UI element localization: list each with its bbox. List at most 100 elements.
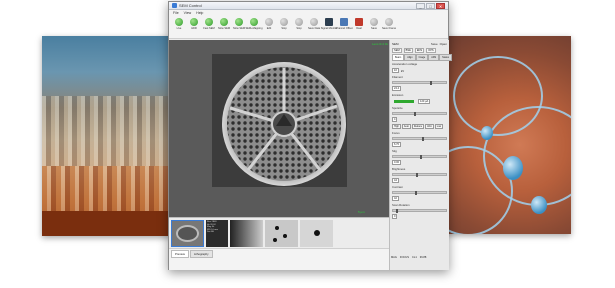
stig-value[interactable]: 0.00: [392, 160, 402, 165]
toolbar-label: Save Frame: [381, 27, 397, 30]
mag-auto-button[interactable]: Auto: [401, 124, 411, 129]
toolbar-label: Stop: [281, 27, 287, 30]
mag-reduce-button[interactable]: Reduce: [411, 124, 425, 129]
mag-low-button[interactable]: Low: [434, 124, 444, 129]
thumbnail-2[interactable]: [230, 220, 263, 247]
mag-lda-button[interactable]: LDA: [425, 124, 434, 129]
toolbar-icon: [220, 18, 228, 26]
toolbar-item[interactable]: Fast SEM: [202, 18, 216, 36]
thumbnail-4[interactable]: [300, 220, 333, 247]
spot-value[interactable]: 4: [392, 117, 398, 122]
toolbar-item[interactable]: Stop: [292, 18, 306, 36]
toolbar-icon: [235, 18, 243, 26]
stig-slider[interactable]: [392, 155, 447, 159]
toolbar-item[interactable]: Stop: [277, 18, 291, 36]
contrast-title: Contrast: [392, 185, 403, 189]
toolbar-item[interactable]: Slow SEM: [217, 18, 231, 36]
status-cl1: CL1: [412, 256, 417, 259]
toolbar: Live HDR Fast SEM Slow SEM Slow SEM SEM+Mappi…: [169, 16, 448, 39]
minimize-button[interactable]: _: [416, 2, 425, 9]
tab-beam[interactable]: Beam: [392, 54, 405, 61]
mag-high-button[interactable]: High: [392, 124, 401, 129]
toolbar-label: Deal: [356, 27, 362, 30]
panel-open-button[interactable]: Open: [440, 42, 447, 46]
toolbar-item[interactable]: Edit: [262, 18, 276, 36]
app-icon: [172, 3, 177, 8]
mode-sem[interactable]: SEM: [392, 48, 402, 53]
thumbnail-3[interactable]: [265, 220, 298, 247]
focus-slider[interactable]: [392, 137, 447, 141]
menu-file[interactable]: File: [173, 11, 179, 15]
filament-value[interactable]: 24.4: [392, 86, 402, 91]
contrast-slider[interactable]: [392, 191, 447, 195]
filament-title: Filament: [392, 75, 403, 79]
thumbnail-info: Run 2809 Hv 20 kV Mag 5k WD 10 mm Det SE: [206, 220, 228, 247]
menu-view[interactable]: View: [184, 11, 192, 15]
stig-title: Stig: [392, 149, 397, 153]
toolbar-item[interactable]: Save: [367, 18, 381, 36]
tab-image[interactable]: Image: [415, 54, 429, 61]
toolbar-item[interactable]: Slow SEM: [232, 18, 246, 36]
toolbar-item[interactable]: Channel Offset: [335, 18, 353, 36]
menu-help[interactable]: Help: [196, 11, 203, 15]
toolbar-item[interactable]: Save Frame: [382, 18, 396, 36]
tab-ads[interactable]: ADS: [428, 54, 440, 61]
mode-eds[interactable]: EDS: [414, 48, 425, 53]
toolbar-icon: [340, 18, 348, 26]
contrast-value[interactable]: 42: [392, 196, 399, 201]
panel-title: SEM: [392, 41, 399, 46]
maximize-button[interactable]: □: [426, 2, 435, 9]
toolbar-icon: [190, 18, 198, 26]
tab-status[interactable]: Status: [439, 54, 452, 61]
tab-preview[interactable]: Preview: [171, 250, 189, 258]
sem-viewport[interactable]: Lens lit 2.0x 5 μm: [169, 40, 389, 217]
accel-unit: kV: [400, 68, 405, 73]
thumbnail-strip: Run 2809 Hv 20 kV Mag 5k WD 10 mm Det SE: [169, 217, 389, 248]
emission-bar: [394, 100, 414, 103]
toolbar-icon: [265, 18, 273, 26]
scan-rotation-value[interactable]: 0: [392, 214, 398, 219]
toolbar-icon: [385, 18, 393, 26]
toolbar-icon: [355, 18, 363, 26]
rock-texture-top: [42, 96, 172, 166]
brightness-title: Brightness: [392, 167, 406, 171]
filament-slider[interactable]: [392, 81, 447, 85]
toolbar-item[interactable]: Signal Monitor: [321, 18, 337, 36]
brightness-value[interactable]: 44: [392, 178, 399, 183]
diatom-image[interactable]: [212, 54, 347, 187]
accel-value[interactable]: 10: [392, 68, 399, 73]
toolbar-label: Save: [371, 27, 377, 30]
rock-texture-base: [42, 211, 172, 236]
toolbar-label: HDR: [191, 27, 197, 30]
focus-value[interactable]: 6.70: [392, 142, 402, 147]
tab-lithography[interactable]: Lithography: [189, 250, 213, 258]
neuron-cell: [531, 196, 547, 214]
mode-bse[interactable]: BSE: [403, 48, 413, 53]
neuron-cell: [481, 126, 493, 140]
toolbar-label: SEM+Mapping: [245, 27, 263, 30]
title-bar[interactable]: SEM Control _ □ ✕: [169, 2, 448, 10]
toolbar-item[interactable]: Save Data: [307, 18, 321, 36]
app-window: SEM Control _ □ ✕ File View Help Live HDR…: [168, 1, 452, 270]
panel-save-button[interactable]: Save: [431, 42, 438, 46]
toolbar-label: Save Data: [307, 27, 321, 30]
thumbnail-1[interactable]: [171, 220, 204, 247]
scan-rotation-slider[interactable]: [392, 209, 447, 213]
spot-slider[interactable]: [392, 112, 447, 116]
toolbar-item[interactable]: HDR: [187, 18, 201, 36]
toolbar-label: Slow SEM: [233, 27, 245, 30]
sem-photo-left: [42, 36, 172, 236]
tab-align[interactable]: Align: [404, 54, 416, 61]
scan-rotation-title: Scan Rotation: [392, 203, 410, 207]
lens-status-badge: Lens lit 2.0x: [372, 42, 389, 46]
toolbar-icon: [175, 18, 183, 26]
brightness-slider[interactable]: [392, 173, 447, 177]
toolbar-item[interactable]: Deal: [352, 18, 366, 36]
neuron-cell: [503, 156, 523, 180]
mode-ops[interactable]: OPS: [426, 48, 436, 53]
emission-value: 120 μA: [418, 99, 431, 104]
toolbar-item[interactable]: Live: [172, 18, 186, 36]
promo-stage: SEM Control _ □ ✕ File View Help Live HDR…: [0, 0, 615, 288]
toolbar-item[interactable]: SEM+Mapping: [245, 18, 263, 36]
close-button[interactable]: ✕: [436, 2, 445, 9]
